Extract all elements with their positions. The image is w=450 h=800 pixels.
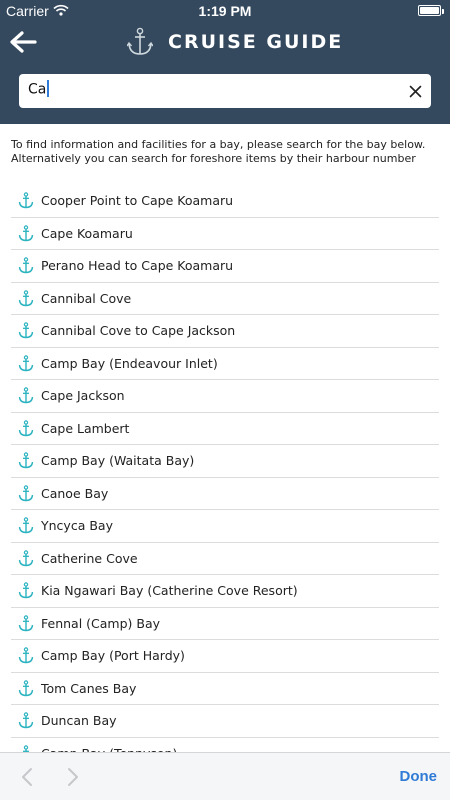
anchor-icon bbox=[18, 192, 34, 209]
anchor-icon bbox=[18, 550, 34, 567]
list-item[interactable]: Tom Canes Bay bbox=[11, 673, 439, 705]
close-icon[interactable] bbox=[409, 85, 422, 98]
list-item[interactable]: Cooper Point to Cape Koamaru bbox=[11, 185, 439, 218]
list-item[interactable]: Canoe Bay bbox=[11, 478, 439, 510]
anchor-icon bbox=[18, 615, 34, 632]
list-item[interactable]: Cape Jackson bbox=[11, 380, 439, 413]
list-item[interactable]: Yncyca Bay bbox=[11, 510, 439, 543]
anchor-icon bbox=[18, 420, 34, 437]
list-item[interactable]: Camp Bay (Endeavour Inlet) bbox=[11, 348, 439, 380]
list-item[interactable]: Perano Head to Cape Koamaru bbox=[11, 250, 439, 283]
list-item[interactable]: Cannibal Cove bbox=[11, 283, 439, 315]
list-item[interactable]: Kia Ngawari Bay (Catherine Cove Resort) bbox=[11, 575, 439, 608]
instructions-line-2: Alternatively you can search for foresho… bbox=[11, 152, 416, 165]
list-item[interactable]: Fennal (Camp) Bay bbox=[11, 608, 439, 640]
app-title: CRUISE GUIDE bbox=[168, 31, 344, 53]
instructions-line-1: To find information and facilities for a… bbox=[11, 138, 426, 151]
list-item[interactable]: Camp Bay (Waitata Bay) bbox=[11, 445, 439, 478]
anchor-icon bbox=[18, 452, 34, 469]
search-value: Ca bbox=[28, 80, 50, 98]
list-item-label: Kia Ngawari Bay (Catherine Cove Resort) bbox=[41, 583, 298, 599]
results-list: Cooper Point to Cape Koamaru Cape Koamaru… bbox=[11, 185, 439, 752]
text-caret bbox=[47, 80, 50, 97]
list-item-label: Perano Head to Cape Koamaru bbox=[41, 258, 234, 274]
list-item-label: Camp Bay (Endeavour Inlet) bbox=[41, 355, 218, 371]
list-item[interactable]: Cannibal Cove to Cape Jackson bbox=[11, 315, 439, 348]
list-item-label: Tom Canes Bay bbox=[41, 680, 137, 696]
anchor-icon bbox=[18, 647, 34, 664]
list-item[interactable]: Cape Lambert bbox=[11, 413, 439, 445]
list-item[interactable]: Duncan Bay bbox=[11, 705, 439, 738]
list-item-label: Cannibal Cove bbox=[41, 290, 132, 306]
anchor-icon bbox=[18, 355, 34, 372]
arrow-left-icon[interactable] bbox=[9, 30, 37, 54]
done-button[interactable]: Done bbox=[400, 768, 438, 785]
anchor-icon bbox=[18, 322, 34, 339]
battery-tip bbox=[442, 9, 444, 14]
bottom-toolbar: Done bbox=[0, 752, 450, 800]
list-item-label: Fennal (Camp) Bay bbox=[41, 615, 161, 631]
list-item-label: Cape Koamaru bbox=[41, 225, 133, 241]
list-item-label: Cape Lambert bbox=[41, 420, 130, 436]
anchor-icon bbox=[18, 745, 34, 752]
anchor-icon bbox=[127, 27, 153, 55]
list-item[interactable]: Camp Bay (Tennyson) bbox=[11, 738, 439, 752]
chevron-right-icon[interactable] bbox=[66, 767, 80, 787]
list-item-label: Cape Jackson bbox=[41, 388, 125, 404]
anchor-icon bbox=[18, 680, 34, 697]
instructions-text: To find information and facilities for a… bbox=[11, 138, 441, 166]
list-item-label: Camp Bay (Waitata Bay) bbox=[41, 453, 195, 469]
list-item[interactable]: Catherine Cove bbox=[11, 543, 439, 575]
list-item-label: Camp Bay (Port Hardy) bbox=[41, 648, 185, 664]
list-item-label: Cooper Point to Cape Koamaru bbox=[41, 193, 234, 209]
anchor-icon bbox=[18, 257, 34, 274]
anchor-icon bbox=[18, 290, 34, 307]
search-input[interactable]: Ca bbox=[19, 74, 431, 108]
list-item[interactable]: Cape Koamaru bbox=[11, 218, 439, 250]
anchor-icon bbox=[18, 485, 34, 502]
list-item-label: Duncan Bay bbox=[41, 713, 117, 729]
anchor-icon bbox=[18, 712, 34, 729]
list-item-label: Catherine Cove bbox=[41, 550, 138, 566]
list-item-label: Canoe Bay bbox=[41, 485, 109, 501]
anchor-icon bbox=[18, 225, 34, 242]
status-time: 1:19 PM bbox=[198, 3, 252, 19]
anchor-icon bbox=[18, 517, 34, 534]
list-item-label: Cannibal Cove to Cape Jackson bbox=[41, 323, 236, 339]
list-item[interactable]: Camp Bay (Port Hardy) bbox=[11, 640, 439, 673]
anchor-icon bbox=[18, 582, 34, 599]
chevron-left-icon[interactable] bbox=[20, 767, 34, 787]
app-header: Carrier 1:19 PM CRUISE GUIDE Ca bbox=[0, 0, 450, 124]
battery-icon bbox=[418, 5, 441, 16]
status-bar: Carrier 1:19 PM bbox=[0, 0, 450, 22]
anchor-icon bbox=[18, 387, 34, 404]
list-item-label: Yncyca Bay bbox=[41, 518, 113, 534]
